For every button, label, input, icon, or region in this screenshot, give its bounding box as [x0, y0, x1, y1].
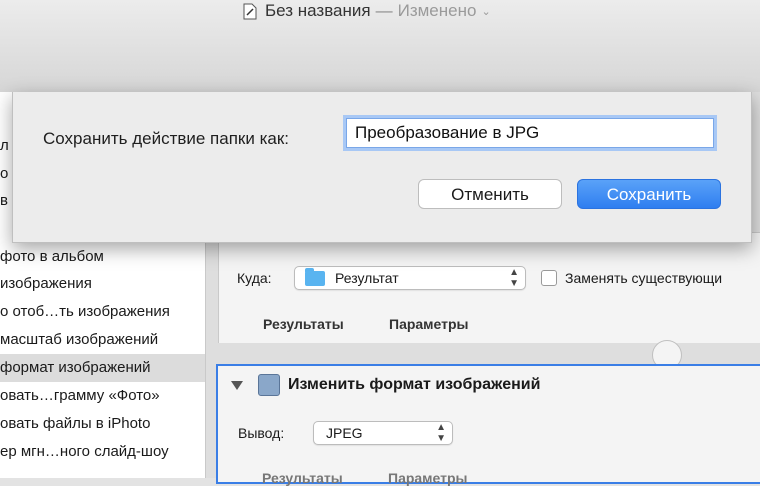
cancel-button[interactable]: Отменить: [418, 179, 562, 209]
list-item-label: овать файлы в iPhoto: [0, 415, 151, 432]
save-name-input[interactable]: [346, 118, 714, 148]
window-title: Без названия: [265, 1, 371, 20]
action-card-change-format[interactable]: Изменить формат изображений Вывод: JPEG …: [216, 364, 760, 486]
output-popup[interactable]: JPEG ▲ ▼: [313, 421, 453, 445]
where-popup[interactable]: Результат ▲ ▼: [294, 266, 526, 290]
tab-params[interactable]: Параметры: [388, 470, 468, 486]
list-item[interactable]: овать…грамму «Фото»: [0, 382, 205, 410]
list-item-label: овать…грамму «Фото»: [0, 387, 160, 404]
action-card-copy: Куда: Результат ▲ ▼ Заменять существующи …: [218, 232, 760, 343]
title-separator: —: [375, 1, 393, 20]
replace-label: Заменять существующи: [565, 270, 723, 286]
tab-params[interactable]: Параметры: [389, 316, 469, 332]
tab-results[interactable]: Результаты: [263, 316, 344, 332]
list-item[interactable]: о отоб…ть изображения: [0, 298, 205, 326]
list-item[interactable]: овать файлы в iPhoto: [0, 410, 205, 438]
list-item[interactable]: фото в альбом: [0, 243, 205, 271]
list-item-label: о: [0, 165, 9, 182]
save-button[interactable]: Сохранить: [577, 179, 721, 209]
list-item[interactable]: изображения: [0, 270, 205, 298]
save-as-label: Сохранить действие папки как:: [43, 129, 290, 148]
list-item-label: изображения: [0, 275, 92, 292]
list-item-label: л: [0, 137, 9, 154]
replace-checkbox[interactable]: [541, 270, 557, 286]
stepper-chevron-icon: ▲ ▼: [509, 267, 519, 289]
list-item-label: масштаб изображений: [0, 331, 159, 348]
list-item[interactable]: масштаб изображений: [0, 326, 205, 354]
document-status: Изменено: [397, 1, 477, 20]
list-item-label: о отоб…ть изображения: [0, 303, 170, 320]
where-label: Куда:: [237, 270, 272, 286]
output-label: Вывод:: [238, 425, 285, 441]
window-titlebar: Без названия — Изменено ⌄: [0, 0, 760, 93]
list-item-label: ер мгн…ного слайд-шоу: [0, 443, 169, 460]
preview-action-icon: [258, 374, 280, 396]
where-value: Результат: [335, 270, 399, 286]
tab-results[interactable]: Результаты: [262, 470, 343, 486]
disclosure-triangle-icon[interactable]: [231, 381, 243, 390]
folder-icon: [305, 268, 325, 286]
list-item-label: в: [0, 192, 8, 209]
document-icon: [243, 3, 257, 19]
list-item[interactable]: ер мгн…ного слайд-шоу: [0, 438, 205, 466]
save-dialog: Сохранить действие папки как: Отменить С…: [12, 92, 752, 243]
list-item-label: формат изображений: [0, 359, 151, 376]
chevron-down-icon[interactable]: ⌄: [481, 5, 490, 18]
window-title-group[interactable]: Без названия — Изменено ⌄: [243, 0, 491, 22]
list-item-selected[interactable]: формат изображений: [0, 354, 205, 382]
output-value: JPEG: [326, 425, 363, 441]
stepper-chevron-icon: ▲ ▼: [436, 422, 446, 444]
action-title: Изменить формат изображений: [288, 376, 541, 393]
list-item-label: фото в альбом: [0, 248, 104, 265]
